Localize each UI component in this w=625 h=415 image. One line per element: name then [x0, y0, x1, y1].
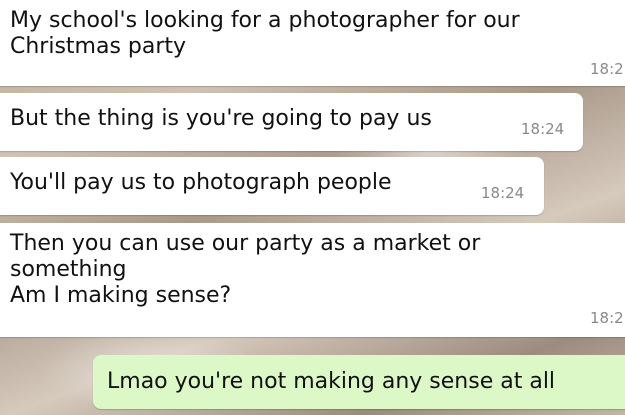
- incoming-message-bubble[interactable]: My school's looking for a photographer f…: [0, 0, 625, 86]
- chat-thread: My school's looking for a photographer f…: [0, 0, 625, 415]
- message-timestamp: 18:24: [521, 120, 565, 138]
- incoming-message-bubble[interactable]: You'll pay us to photograph people 18:24: [0, 157, 544, 215]
- outgoing-message-bubble[interactable]: Lmao you're not making any sense at all: [93, 355, 625, 409]
- incoming-message-bubble[interactable]: But the thing is you're going to pay us …: [0, 93, 583, 151]
- message-text: My school's looking for a photographer f…: [10, 8, 520, 59]
- message-timestamp: 18:2: [590, 60, 624, 78]
- message-timestamp: 18:24: [481, 184, 525, 202]
- message-text: But the thing is you're going to pay us: [10, 106, 432, 131]
- message-text: Lmao you're not making any sense at all: [107, 369, 556, 394]
- message-text: You'll pay us to photograph people: [10, 170, 392, 195]
- incoming-message-bubble[interactable]: Then you can use our party as a market o…: [0, 223, 625, 337]
- message-text: Then you can use our party as a market o…: [10, 231, 481, 308]
- message-timestamp: 18:2: [590, 309, 624, 327]
